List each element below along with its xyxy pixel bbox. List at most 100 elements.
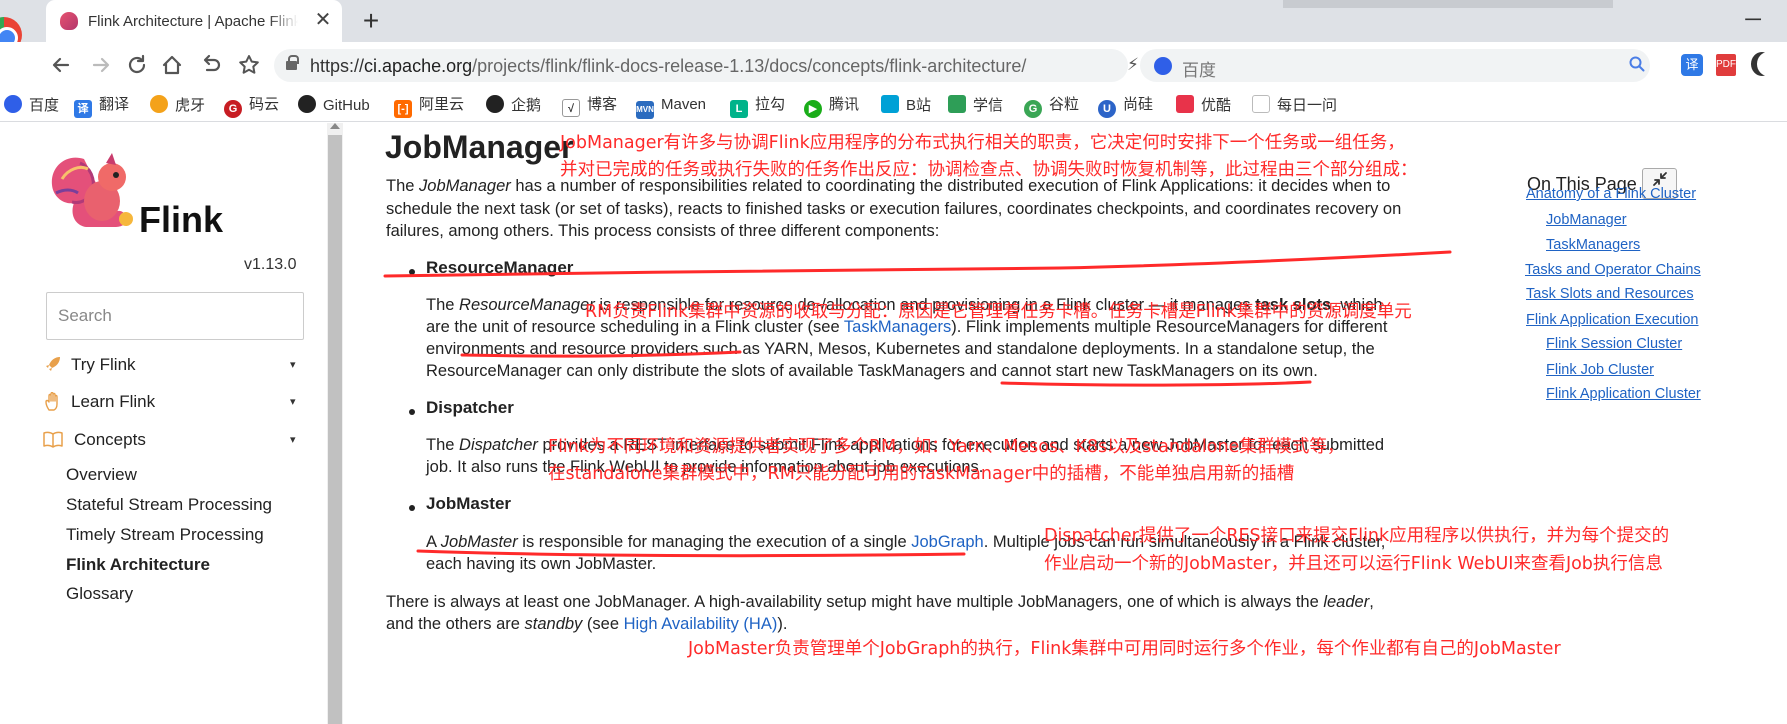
toc-anatomy-of-a-flink-cluster[interactable]: Anatomy of a Flink Cluster [1526,186,1696,202]
url-text[interactable]: https://ci.apache.org/projects/flink/fli… [310,56,1026,77]
dark-mode-icon[interactable] [1757,52,1779,76]
bookmark-label: 博客 [587,96,618,113]
nav-label: Concepts [74,430,146,449]
hand-icon [42,391,64,412]
nav-label: Try Flink [71,355,136,374]
text: The [426,436,460,454]
translate-extension-icon[interactable]: 译 [1681,54,1703,76]
window-minimize-button[interactable]: ─ [1733,8,1773,34]
caret-down-icon[interactable]: ▾ [290,427,296,453]
on-this-page-toc: On This Page Anatomy of a Flink Cluster … [1525,123,1787,724]
sidebar-item-overview[interactable]: Overview [66,465,137,485]
bookmark-youku[interactable]: 优酷 [1176,95,1231,115]
bookmark-fanyi[interactable]: 译翻译 [74,95,129,118]
flink-squirrel-logo[interactable] [44,149,144,242]
toc-flink-session-cluster[interactable]: Flink Session Cluster [1546,336,1682,352]
bookmark-label: 虎牙 [175,97,206,114]
jobgraph-link[interactable]: JobGraph [911,533,983,551]
browser-tab-active[interactable]: Flink Architecture | Apache Flink ✕ [46,0,342,42]
resourcemanager-title: ResourceManager [426,258,574,277]
bookmark-label: GitHub [323,97,370,114]
search-icon[interactable] [1628,55,1646,78]
text: The [426,296,460,314]
annotation-flink-rm-1: Flink为不同环境和资源提供者实现了多个RM，如：Yarn、Mesos、K8s… [548,437,1345,457]
annotation-dispatcher-1: Dispatcher提供了一个RES接口来提交Flink应用程序以供执行，并为每… [1044,526,1670,546]
bookmark-github[interactable]: GitHub [298,95,370,115]
tab-close-icon[interactable]: ✕ [312,9,334,31]
bookmark-daily-question[interactable]: 每日一问 [1252,95,1337,115]
sidebar-item-stateful-stream-processing[interactable]: Stateful Stream Processing [66,495,272,515]
undo-icon[interactable] [196,50,226,80]
toc-jobmanager[interactable]: JobManager [1546,212,1627,228]
nav-learn-flink[interactable]: Learn Flink ▾ [42,389,312,415]
text: There is always at least one JobManager.… [386,593,1324,611]
url-scheme: https:// [310,56,365,76]
term-jobmanager: JobManager [419,177,511,195]
sidebar-item-timely-stream-processing[interactable]: Timely Stream Processing [66,525,264,545]
back-arrow-icon[interactable] [46,50,76,80]
nav-concepts[interactable]: Concepts ▾ [42,427,312,453]
list-bullet [409,409,415,415]
toc-taskmanagers[interactable]: TaskManagers [1546,237,1640,253]
flink-logo-text[interactable]: Flink [139,199,223,241]
bookmark-qie[interactable]: 企鹅 [486,95,541,115]
bookmark-blog[interactable]: √ 博客 [562,95,618,117]
caret-down-icon[interactable]: ▾ [290,352,296,378]
nav-try-flink[interactable]: Try Flink ▾ [42,352,312,378]
annotation-flink-rm-2: 在standalone集群模式中，RM只能分配可用的TaskManager中的插… [548,464,1295,484]
sidebar-scroll-thumb[interactable] [328,135,342,724]
sidebar-item-flink-architecture[interactable]: Flink Architecture [66,555,210,575]
jobmaster-line-2: each having its own JobMaster. [426,555,657,573]
toc-flink-job-cluster[interactable]: Flink Job Cluster [1546,362,1654,378]
shanggui-icon: U [1098,100,1116,118]
text: is responsible for managing the executio… [517,533,912,551]
bookmark-gitee[interactable]: G 码云 [224,95,279,118]
docs-search-input[interactable] [46,292,304,340]
bookmark-baidu[interactable]: 百度 [4,95,59,115]
search-engine-label: 百度 [1182,61,1216,80]
toc-flink-application-cluster[interactable]: Flink Application Cluster [1546,386,1701,402]
search-engine-box[interactable]: 百度 [1140,49,1650,82]
huya-icon [150,95,168,113]
new-tab-button[interactable]: + [356,6,386,36]
youku-icon [1176,95,1194,113]
bookmark-aliyun[interactable]: [-] 阿里云 [394,95,464,118]
high-availability-link[interactable]: High Availability (HA) [624,615,778,633]
bookmark-huya[interactable]: 虎牙 [150,95,205,115]
annotation-dispatcher-2: 作业启动一个新的JobMaster，并且还可以运行Flink WebUI来查看J… [1044,554,1663,574]
sidebar-item-glossary[interactable]: Glossary [66,584,133,604]
toc-task-slots-and-resources[interactable]: Task Slots and Resources [1526,286,1694,302]
term-dispatcher: Dispatcher [459,436,538,454]
annotation-jobmaster: JobMaster负责管理单个JobGraph的执行，Flink集群中可用同时运… [688,639,1561,659]
bookmark-bilibili[interactable]: B站 [881,95,931,115]
text: and the others are [386,615,525,633]
penguin-icon [486,95,504,113]
bookmark-tencent[interactable]: ▶ 腾讯 [804,95,859,118]
lagou-icon: L [730,100,748,118]
url-path: /projects/flink/flink-docs-release-1.13/… [472,56,1027,76]
pdf-extension-icon[interactable]: PDF [1716,54,1736,76]
bookmark-shanggui[interactable]: U 尚硅 [1098,95,1154,118]
forward-arrow-icon[interactable] [86,50,116,80]
bookmark-xuexin[interactable]: 学信 [948,95,1003,115]
bookmark-label: B站 [906,97,932,114]
scroll-up-arrow-icon[interactable] [330,123,340,129]
address-bar[interactable]: https://ci.apache.org/projects/flink/fli… [274,49,1244,82]
bookmark-maven[interactable]: MVN Maven [636,95,706,119]
bookmark-label: 每日一问 [1277,97,1338,114]
home-icon[interactable] [157,50,187,80]
reload-icon[interactable] [122,50,152,80]
bookmark-lagou[interactable]: L 拉勾 [730,95,785,118]
annotation-jobmanager-1: JobManager有许多与协调Flink应用程序的分布式执行相关的职责，它决定… [560,133,1405,153]
toc-tasks-and-operator-chains[interactable]: Tasks and Operator Chains [1525,262,1701,278]
bookmark-star-icon[interactable] [234,50,264,80]
bookmark-guli[interactable]: G 谷粒 [1024,95,1079,118]
dispatcher-title: Dispatcher [426,398,514,417]
lock-icon[interactable] [286,55,299,71]
bookmark-label: 尚硅 [1123,96,1154,113]
browser-toolbar: https://ci.apache.org/projects/flink/fli… [0,42,1787,88]
toc-flink-application-execution[interactable]: Flink Application Execution [1526,312,1699,328]
sidebar-scrollbar[interactable] [327,123,343,724]
caret-down-icon[interactable]: ▾ [290,389,296,415]
ha-line-2: and the others are standby (see High Ava… [386,612,787,637]
